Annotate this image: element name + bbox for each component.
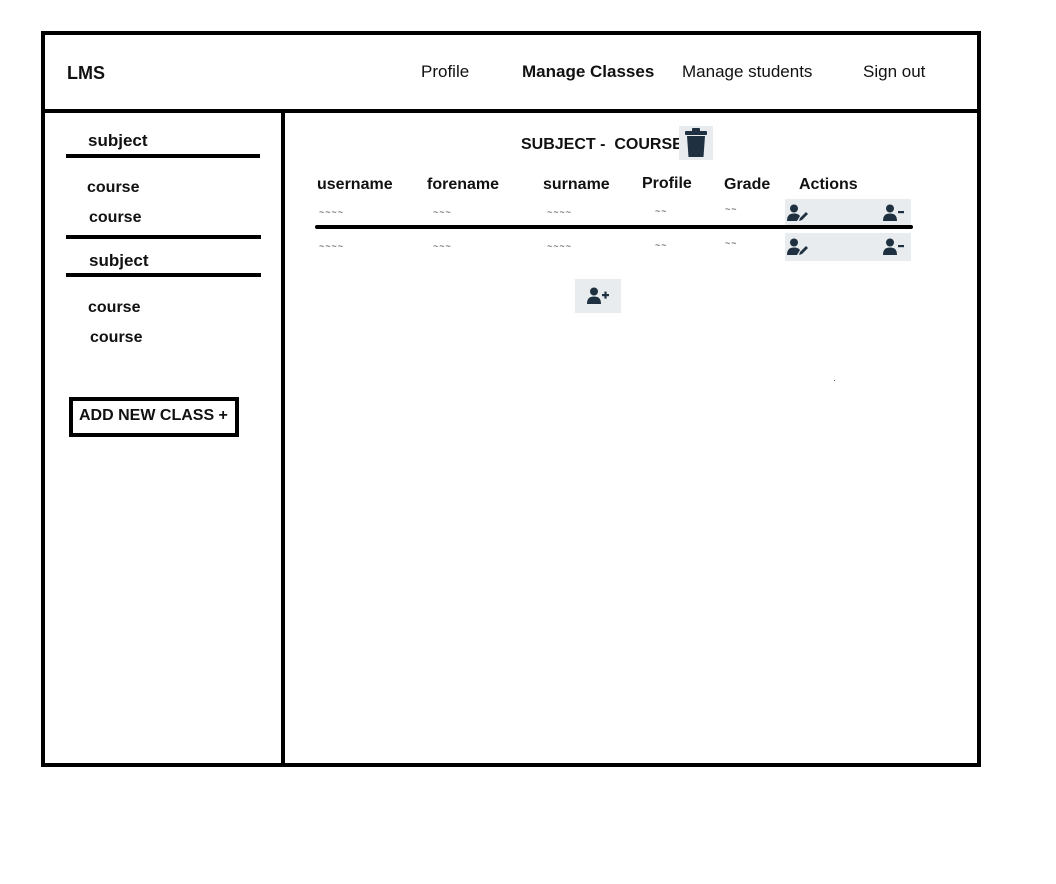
column-header-username: username: [317, 176, 393, 193]
logo: LMS: [67, 63, 105, 83]
cell-grade: ~~: [725, 204, 738, 214]
add-student-button[interactable]: [575, 279, 621, 313]
divider: [66, 235, 261, 239]
sidebar-subject[interactable]: subject: [89, 251, 149, 271]
stray-dot: [834, 380, 835, 381]
user-minus-icon: [883, 238, 904, 255]
user-edit-icon: [787, 204, 808, 221]
divider: [66, 154, 260, 158]
remove-student-button[interactable]: [883, 203, 905, 223]
column-header-forename: forename: [427, 176, 500, 193]
cell-profile: ~~: [655, 240, 668, 250]
sidebar-course[interactable]: course: [87, 179, 139, 197]
cell-profile: ~~: [655, 206, 668, 216]
column-header-grade: Grade: [724, 176, 771, 193]
edit-student-button[interactable]: [787, 203, 809, 223]
nav-manage-students[interactable]: Manage students: [682, 62, 812, 82]
edit-student-button[interactable]: [787, 237, 809, 257]
add-new-class-button[interactable]: ADD NEW CLASS +: [69, 397, 239, 437]
column-header-actions: Actions: [799, 176, 858, 193]
trash-icon: [685, 128, 707, 157]
sidebar-course[interactable]: course: [88, 299, 140, 317]
cell-forename: ~~~: [433, 207, 452, 217]
app-window: LMS Profile Manage Classes Manage studen…: [41, 31, 981, 767]
nav-profile[interactable]: Profile: [421, 62, 469, 82]
column-header-surname: surname: [543, 176, 610, 193]
cell-surname: ~~~~: [547, 207, 573, 217]
page-title: SUBJECT - COURSE: [521, 136, 683, 153]
delete-class-button[interactable]: [679, 126, 713, 160]
cell-forename: ~~~: [433, 241, 452, 251]
user-minus-icon: [883, 204, 904, 221]
row-divider: [315, 225, 913, 229]
divider: [66, 273, 261, 277]
sidebar: subject course course subject course cou…: [45, 113, 285, 763]
cell-username: ~~~~: [319, 207, 345, 217]
remove-student-button[interactable]: [883, 237, 905, 257]
cell-username: ~~~~: [319, 241, 345, 251]
column-header-profile: Profile: [642, 175, 692, 192]
header: LMS Profile Manage Classes Manage studen…: [45, 35, 977, 113]
nav-manage-classes[interactable]: Manage Classes: [522, 62, 654, 82]
nav-sign-out[interactable]: Sign out: [863, 62, 925, 82]
main-panel: SUBJECT - COURSE username forename surna…: [285, 113, 977, 763]
cell-surname: ~~~~: [547, 241, 573, 251]
sidebar-course[interactable]: course: [89, 209, 141, 227]
sidebar-subject[interactable]: subject: [88, 131, 148, 151]
cell-grade: ~~: [725, 238, 738, 248]
user-edit-icon: [787, 238, 808, 255]
user-plus-icon: [587, 287, 609, 304]
sidebar-course[interactable]: course: [90, 329, 142, 347]
